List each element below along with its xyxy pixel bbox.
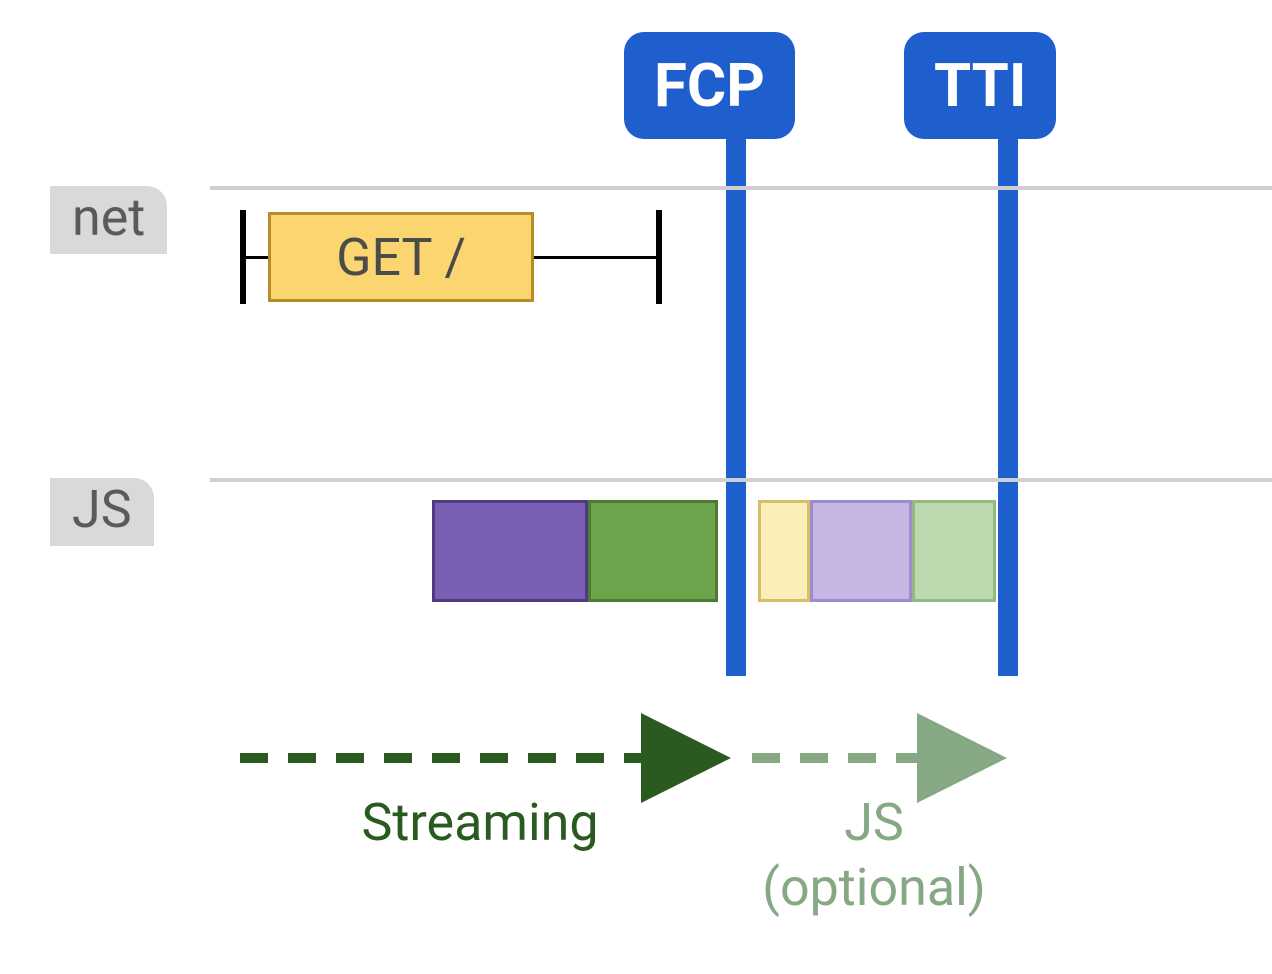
tti-marker-bar [998,128,1018,676]
net-track-line [210,186,1272,190]
net-request-label: GET / [336,227,466,288]
timeline-diagram: FCP TTI net GET / JS [0,0,1272,974]
js-task-purple [432,500,588,602]
js-track-line [210,478,1272,482]
net-row-label: net [50,186,167,254]
fcp-label: FCP [654,50,765,121]
js-task-purple-optional [810,500,912,602]
fcp-marker-bar [726,128,746,676]
tti-marker-pill: TTI [904,32,1056,139]
fcp-marker-pill: FCP [624,32,795,139]
streaming-phase-label: Streaming [300,790,660,855]
js-optional-phase-label: JS (optional) [744,790,1004,920]
js-row-label: JS [50,478,154,546]
net-request-box: GET / [268,212,534,302]
js-task-green [588,500,718,602]
js-task-yellow-optional [758,500,810,602]
tti-label: TTI [934,50,1026,121]
js-task-green-optional [912,500,996,602]
